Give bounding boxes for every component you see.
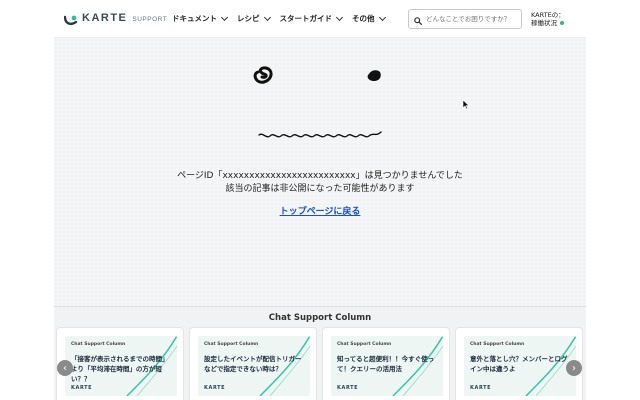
- card-tag: Chat Support Column: [470, 342, 525, 347]
- card-thumbnail: Chat Support Column 「接客が表示されるまでの時間」より「平均…: [65, 336, 177, 396]
- chevron-left-icon: ‹: [63, 362, 67, 374]
- chevron-down-icon: [220, 13, 229, 21]
- carousel-prev-button[interactable]: ‹: [57, 360, 73, 376]
- nav-label: その他: [352, 14, 375, 23]
- chevron-down-icon: [263, 13, 271, 21]
- main-nav: ドキュメント レシピ スタートガイド その他: [172, 13, 386, 24]
- karte-logo[interactable]: KARTE SUPPORT: [63, 12, 168, 25]
- search-box[interactable]: [408, 9, 522, 29]
- column-card[interactable]: Chat Support Column 設定したイベントが配信トリガーなどで指定…: [189, 327, 317, 400]
- column-card[interactable]: Chat Support Column 「接客が表示されるまでの時間」より「平均…: [56, 327, 184, 400]
- left-margin: [0, 0, 54, 400]
- card-brand: KARTE: [470, 385, 492, 391]
- chevron-down-icon: [378, 13, 386, 21]
- right-margin: [584, 0, 640, 400]
- status-indicator-icon: [560, 21, 564, 25]
- error-message: ページID「xxxxxxxxxxxxxxxxxxxxxxxxx」は見つかりません…: [54, 170, 586, 196]
- nav-documents[interactable]: ドキュメント: [172, 13, 229, 24]
- card-thumbnail: Chat Support Column 意外と落とし穴？メンバーとログイン中は違…: [464, 336, 576, 396]
- card-title: 「接客が表示されるまでの時間」より「平均滞在時間」の方が短い？？: [71, 355, 169, 383]
- sad-face-illustration: [253, 66, 382, 138]
- card-tag: Chat Support Column: [71, 342, 126, 347]
- mouse-cursor-icon: [462, 99, 470, 110]
- column-card[interactable]: Chat Support Column 意外と落とし穴？メンバーとログイン中は違…: [455, 327, 583, 400]
- section-title: Chat Support Column: [268, 313, 372, 323]
- chevron-right-icon: ›: [572, 362, 576, 374]
- card-brand: KARTE: [204, 385, 226, 391]
- card-thumbnail: Chat Support Column 知ってると超便利！！今すぐ使って！クエリ…: [331, 336, 443, 396]
- chat-support-column-section: Chat Support Column Chat Support Column …: [54, 306, 586, 400]
- system-status[interactable]: KARTEの： 稼働状況: [531, 11, 565, 27]
- column-card[interactable]: Chat Support Column 知ってると超便利！！今すぐ使って！クエリ…: [322, 327, 450, 400]
- error-message-line1: ページID「xxxxxxxxxxxxxxxxxxxxxxxxx」は見つかりません…: [177, 171, 463, 181]
- card-tag: Chat Support Column: [204, 342, 259, 347]
- column-carousel: Chat Support Column 「接客が表示されるまでの時間」より「平均…: [56, 327, 583, 400]
- error-message-line2: 該当の記事は非公開になった可能性があります: [225, 184, 415, 194]
- nav-label: レシピ: [237, 14, 260, 23]
- card-brand: KARTE: [337, 385, 359, 391]
- status-label-line1: KARTEの：: [531, 11, 565, 19]
- card-thumbnail: Chat Support Column 設定したイベントが配信トリガーなどで指定…: [198, 336, 310, 396]
- not-found-content: ページID「xxxxxxxxxxxxxxxxxxxxxxxxx」は見つかりません…: [54, 38, 586, 306]
- top-page-link[interactable]: トップページに戻る: [280, 207, 361, 217]
- carousel-next-button[interactable]: ›: [566, 360, 582, 376]
- logo-subtitle: SUPPORT: [132, 15, 168, 23]
- logo-text: KARTE: [82, 12, 128, 24]
- search-icon: [414, 10, 422, 29]
- nav-label: ドキュメント: [172, 14, 217, 23]
- nav-recipes[interactable]: レシピ: [237, 13, 271, 24]
- karte-logo-icon: [63, 12, 78, 25]
- card-brand: KARTE: [71, 385, 93, 391]
- chevron-down-icon: [335, 13, 344, 21]
- card-title: 設定したイベントが配信トリガーなどで指定できない時は？: [204, 355, 302, 373]
- status-label-line2: 稼働状況: [531, 19, 557, 27]
- card-tag: Chat Support Column: [337, 342, 392, 347]
- top-page-link-wrap: トップページに戻る: [54, 204, 586, 217]
- site-header: KARTE SUPPORT ドキュメント レシピ スタートガイド その他 KAR…: [54, 0, 586, 38]
- nav-start-guide[interactable]: スタートガイド: [279, 13, 344, 24]
- nav-others[interactable]: その他: [352, 13, 386, 24]
- nav-label: スタートガイド: [279, 14, 333, 23]
- card-title: 知ってると超便利！！今すぐ使って！クエリーの活用法: [337, 355, 435, 373]
- search-input[interactable]: [426, 15, 516, 23]
- card-title: 意外と落とし穴？メンバーとログイン中は違うよ: [470, 355, 568, 373]
